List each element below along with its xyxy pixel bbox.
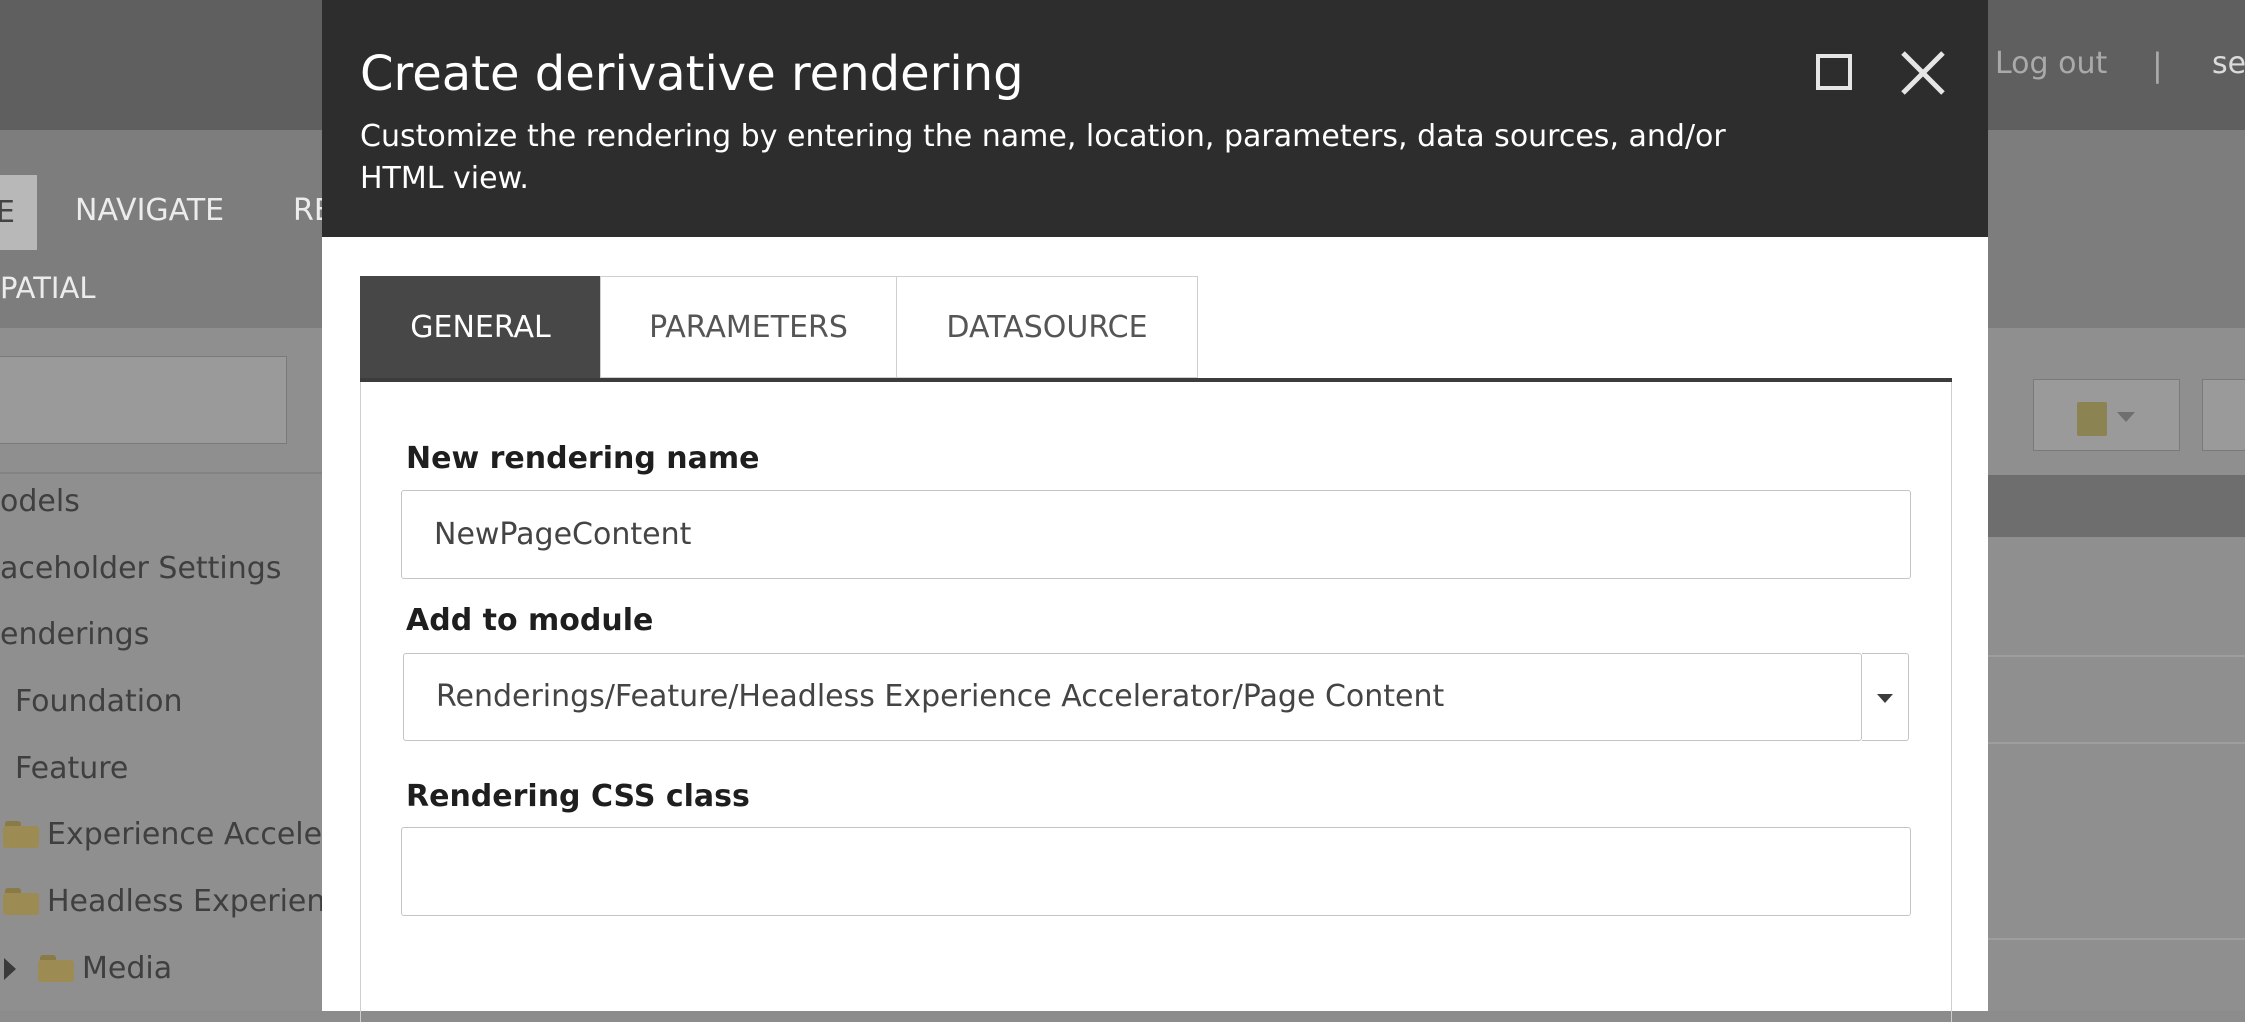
maximize-icon[interactable]	[1816, 54, 1852, 90]
logout-link[interactable]: Log out	[1995, 46, 2107, 81]
module-label: Add to module	[406, 603, 654, 638]
tree-divider	[0, 472, 322, 474]
divider	[1988, 742, 2245, 744]
tab-general[interactable]: GENERAL	[360, 276, 601, 378]
right-toolbar-button[interactable]	[2202, 379, 2245, 451]
tab-datasource[interactable]: DATASOURCE	[896, 276, 1198, 378]
tree-item[interactable]: aceholder Settings	[0, 551, 281, 586]
chevron-down-icon	[1877, 694, 1893, 703]
expand-arrow-icon[interactable]	[4, 958, 16, 980]
css-class-label: Rendering CSS class	[406, 779, 750, 814]
tree-item[interactable]: enderings	[0, 617, 149, 652]
ribbon-tab-navigate[interactable]: NAVIGATE	[75, 193, 224, 228]
right-panel-header	[1988, 475, 2245, 537]
create-derivative-rendering-dialog: Create derivative rendering Customize th…	[322, 0, 1988, 1022]
dialog-subtitle: Customize the rendering by entering the …	[360, 119, 1726, 196]
book-icon	[2077, 402, 2107, 436]
divider	[1988, 938, 2245, 940]
folder-icon	[38, 953, 76, 983]
divider	[1988, 655, 2245, 657]
tree-item[interactable]: Media	[4, 951, 172, 986]
module-select[interactable]: Renderings/Feature/Headless Experience A…	[403, 653, 1862, 741]
tree-item[interactable]: Experience Acceler	[3, 817, 334, 852]
topbar-separator: |	[2152, 46, 2163, 84]
tree-item-label: Headless Experienc	[47, 884, 342, 919]
tree-item[interactable]: Foundation	[15, 684, 182, 719]
tree-item-label: Experience Acceler	[47, 817, 335, 852]
dialog-header: Create derivative rendering Customize th…	[322, 0, 1988, 237]
tree-search-box[interactable]	[0, 356, 287, 444]
folder-icon	[3, 886, 41, 916]
tree-item[interactable]: Headless Experienc	[3, 884, 342, 919]
close-icon[interactable]	[1900, 50, 1946, 96]
ribbon-subtab-spatial[interactable]: PATIAL	[0, 271, 95, 305]
css-class-input[interactable]	[401, 827, 1911, 916]
tree-item[interactable]: odels	[0, 484, 80, 519]
tree-item-label: Media	[82, 951, 173, 986]
rendering-name-input[interactable]	[401, 490, 1911, 579]
module-dropdown-button[interactable]	[1862, 653, 1909, 741]
user-link[interactable]: se	[2212, 46, 2245, 81]
ribbon-tab-active[interactable]: E	[0, 175, 37, 250]
folder-icon	[3, 819, 41, 849]
tree-item[interactable]: Feature	[15, 751, 128, 786]
tab-parameters[interactable]: PARAMETERS	[600, 276, 897, 378]
dialog-title: Create derivative rendering	[360, 46, 1024, 102]
chevron-down-icon	[2117, 412, 2135, 422]
rendering-name-label: New rendering name	[406, 441, 760, 476]
